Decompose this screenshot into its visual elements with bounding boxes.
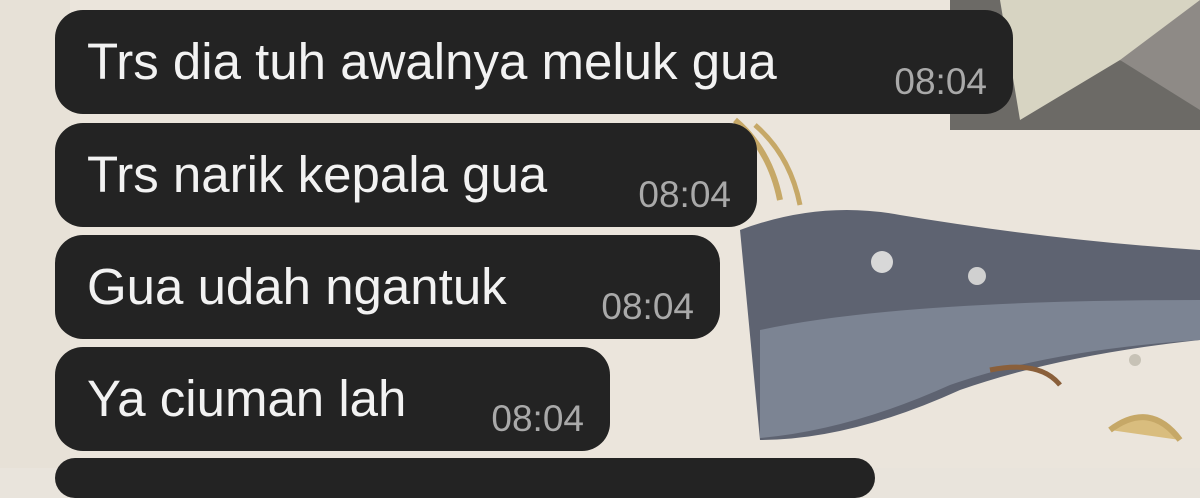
message-bubble[interactable]: Gua udah ngantuk 08:04: [55, 235, 720, 339]
message-timestamp: 08:04: [491, 398, 584, 439]
message-text: Gua udah ngantuk: [87, 258, 507, 315]
message-bubble[interactable]: Trs narik kepala gua 08:04: [55, 123, 757, 227]
message-text: Trs dia tuh awalnya meluk gua: [87, 33, 777, 90]
message-text: Ya ciuman lah: [87, 370, 407, 427]
message-bubble-partial[interactable]: [55, 458, 875, 498]
message-timestamp: 08:04: [638, 174, 731, 215]
message-timestamp: 08:04: [601, 286, 694, 327]
message-timestamp: 08:04: [894, 61, 987, 102]
message-bubble[interactable]: Ya ciuman lah 08:04: [55, 347, 610, 451]
message-bubble[interactable]: Trs dia tuh awalnya meluk gua 08:04: [55, 10, 1013, 114]
message-text: Trs narik kepala gua: [87, 146, 548, 203]
